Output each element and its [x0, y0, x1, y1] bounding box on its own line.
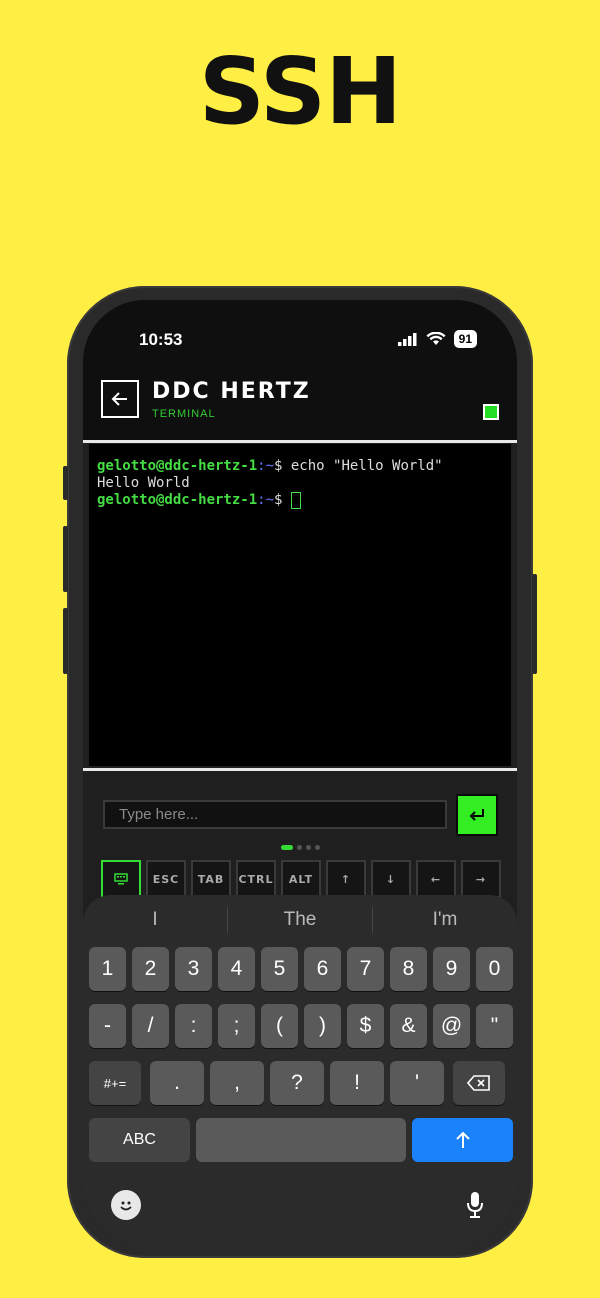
arrow-down-key[interactable]: ↓ — [371, 860, 411, 898]
prompt-user: gelotto@ddc-hertz-1 — [97, 458, 258, 474]
key[interactable]: 3 — [175, 947, 212, 991]
connection-status-indicator — [483, 404, 499, 420]
key[interactable]: , — [210, 1061, 264, 1105]
key[interactable]: ? — [270, 1061, 324, 1105]
suggestion-item[interactable]: I'm — [373, 905, 517, 935]
key[interactable]: : — [175, 1004, 212, 1048]
key[interactable]: ; — [218, 1004, 255, 1048]
status-icons: 91 — [397, 330, 477, 348]
terminal-line: Hello World — [97, 475, 503, 492]
arrow-left-icon — [111, 392, 127, 406]
key[interactable]: 2 — [132, 947, 169, 991]
status-time: 10:53 — [139, 330, 183, 349]
key[interactable]: ( — [261, 1004, 298, 1048]
battery-indicator: 91 — [453, 330, 477, 348]
key[interactable]: & — [390, 1004, 427, 1048]
wifi-icon — [426, 332, 446, 345]
delete-backspace-icon — [467, 1075, 490, 1091]
return-arrow-icon — [469, 809, 484, 821]
smiley-face-icon — [120, 1201, 132, 1211]
emoji-icon[interactable] — [111, 1190, 141, 1220]
key[interactable]: " — [476, 1004, 513, 1048]
terminal-divider — [83, 768, 517, 771]
page-dot — [315, 845, 320, 850]
key[interactable]: 4 — [218, 947, 255, 991]
key[interactable]: . — [150, 1061, 204, 1105]
page-subtitle: TERMINAL — [152, 408, 216, 420]
special-key-row: ESC TAB CTRL ALT ↑ ↓ ← → — [101, 860, 501, 898]
promo-headline: SSH — [198, 38, 402, 145]
arrow-up-icon — [455, 1131, 470, 1148]
prompt-path: :~ — [257, 492, 275, 508]
power-button — [532, 574, 537, 674]
back-button[interactable] — [101, 380, 139, 418]
page-dot-active — [281, 845, 293, 850]
ctrl-key[interactable]: CTRL — [236, 860, 276, 898]
suggestion-item[interactable]: The — [228, 905, 372, 935]
keyboard-toggle-button[interactable] — [101, 860, 141, 898]
volume-down-button — [63, 608, 68, 674]
header-background — [83, 300, 517, 440]
key[interactable]: - — [89, 1004, 126, 1048]
phone-frame: 10:53 91 DDC HERTZ TERMINAL gelotto@ddc-… — [63, 286, 537, 1258]
volume-up-button — [63, 526, 68, 592]
symbols-shift-key[interactable]: #+= — [89, 1061, 141, 1105]
keyboard-icon — [114, 873, 128, 885]
input-area: ESC TAB CTRL ALT ↑ ↓ ← → — [83, 787, 517, 912]
suggestion-item[interactable]: I — [83, 905, 227, 935]
arrow-right-key[interactable]: → — [461, 860, 501, 898]
abc-key[interactable]: ABC — [89, 1118, 190, 1162]
page-title: DDC HERTZ — [152, 379, 311, 404]
terminal-line: gelotto@ddc-hertz-1:~$ echo "Hello World… — [97, 458, 503, 475]
cellular-signal-icon — [397, 332, 417, 346]
tab-key[interactable]: TAB — [191, 860, 231, 898]
terminal-output-text: Hello World — [97, 475, 190, 491]
terminal-line: gelotto@ddc-hertz-1:~$ — [97, 492, 503, 509]
key[interactable]: / — [132, 1004, 169, 1048]
mute-switch — [63, 466, 68, 500]
arrow-up-key[interactable]: ↑ — [326, 860, 366, 898]
return-key[interactable] — [412, 1118, 513, 1162]
key[interactable]: $ — [347, 1004, 384, 1048]
suggestion-bar: I The I'm — [83, 905, 517, 935]
key[interactable]: 7 — [347, 947, 384, 991]
key[interactable]: 1 — [89, 947, 126, 991]
key[interactable]: 6 — [304, 947, 341, 991]
terminal-cursor — [290, 492, 301, 509]
key[interactable]: @ — [433, 1004, 470, 1048]
keyboard-row-symbols: - / : ; ( ) $ & @ " — [89, 1004, 513, 1048]
alt-key[interactable]: ALT — [281, 860, 321, 898]
key[interactable]: ' — [390, 1061, 444, 1105]
prompt-symbol: $ — [274, 458, 291, 474]
keyboard-row-punctuation: #+= . , ? ! ' — [89, 1061, 505, 1105]
space-key[interactable] — [196, 1118, 406, 1162]
keyboard-row-digits: 1 2 3 4 5 6 7 8 9 0 — [89, 947, 513, 991]
key[interactable]: 9 — [433, 947, 470, 991]
page-indicator — [281, 845, 320, 850]
prompt-user: gelotto@ddc-hertz-1 — [97, 492, 258, 508]
delete-key[interactable] — [453, 1061, 505, 1105]
key[interactable]: 5 — [261, 947, 298, 991]
key[interactable]: ! — [330, 1061, 384, 1105]
phone-screen: 10:53 91 DDC HERTZ TERMINAL gelotto@ddc-… — [83, 300, 517, 1244]
page-dot — [297, 845, 302, 850]
header-divider — [83, 440, 517, 443]
microphone-icon[interactable] — [463, 1190, 487, 1220]
keyboard-row-bottom: ABC — [89, 1118, 513, 1162]
command-input[interactable] — [103, 800, 447, 829]
key[interactable]: ) — [304, 1004, 341, 1048]
send-button[interactable] — [456, 794, 498, 836]
ios-keyboard: I The I'm 1 2 3 4 5 6 7 8 9 0 - /: ; (… — [83, 895, 517, 1244]
terminal-output[interactable]: gelotto@ddc-hertz-1:~$ echo "Hello World… — [89, 444, 511, 766]
esc-key[interactable]: ESC — [146, 860, 186, 898]
prompt-path: :~ — [257, 458, 275, 474]
terminal-command: echo "Hello World" — [290, 458, 443, 474]
prompt-symbol: $ — [274, 492, 291, 508]
key[interactable]: 0 — [476, 947, 513, 991]
mic-glyph-icon — [467, 1192, 483, 1218]
arrow-left-key[interactable]: ← — [416, 860, 456, 898]
key[interactable]: 8 — [390, 947, 427, 991]
page-dot — [306, 845, 311, 850]
